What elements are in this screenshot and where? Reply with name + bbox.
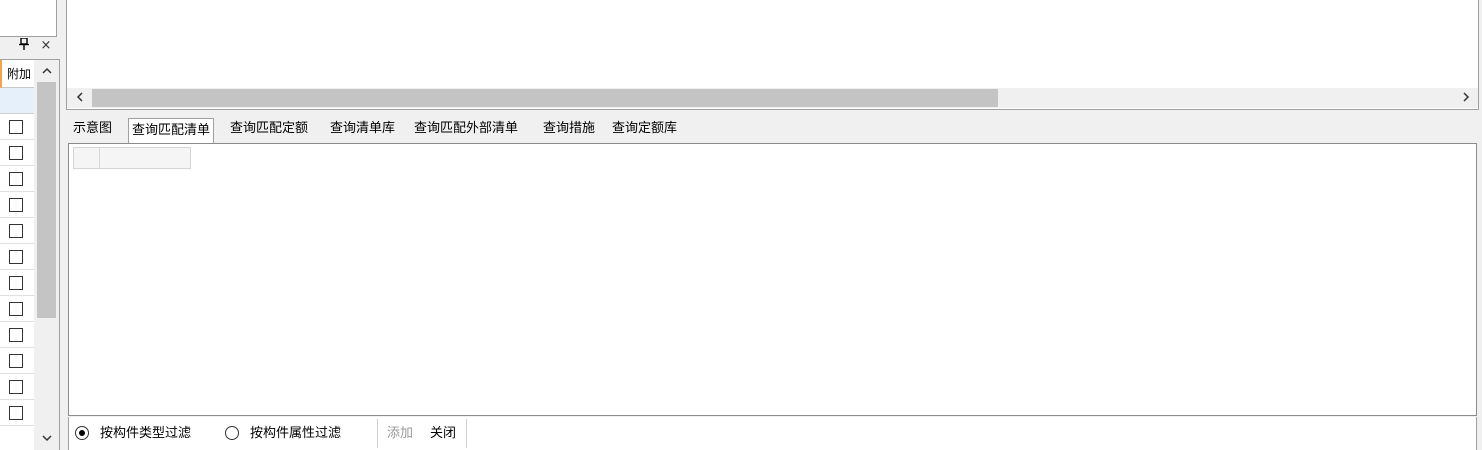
table-row [0,192,34,218]
filter-by-type-radio[interactable] [75,426,89,440]
tab-query-bill-library[interactable]: 查询清单库 [330,117,395,143]
scrollbar-thumb[interactable] [37,82,56,318]
chevron-up-icon[interactable] [34,62,59,80]
tab-query-match-bill[interactable]: 查询匹配清单 [128,118,215,145]
row-checkbox[interactable] [9,380,23,394]
result-grid [68,143,1477,416]
row-checkbox[interactable] [9,406,23,420]
row-checkbox[interactable] [9,328,23,342]
filter-by-type-label[interactable]: 按构件类型过滤 [100,417,191,450]
row-checkbox[interactable] [9,250,23,264]
preview-area [66,0,1479,110]
column-header[interactable]: 附加 [0,60,34,88]
tab-query-quota-library[interactable]: 查询定额库 [612,117,677,143]
row-checkbox[interactable] [9,172,23,186]
grid-column-header[interactable] [99,147,191,169]
row-checkbox[interactable] [9,146,23,160]
chevron-right-icon[interactable] [1458,88,1474,108]
tab-query-measures[interactable]: 查询措施 [543,117,595,143]
table-row [0,348,34,374]
divider [466,419,467,448]
filter-by-attr-label[interactable]: 按构件属性过滤 [250,417,341,450]
table-row [0,244,34,270]
row-checkbox[interactable] [9,354,23,368]
table-row [0,296,34,322]
pin-icon[interactable] [17,37,31,54]
table-row [0,400,34,426]
tab-query-match-external-bill[interactable]: 查询匹配外部清单 [414,117,518,143]
add-button[interactable]: 添加 [387,417,413,450]
table-row [0,114,34,140]
table-row [0,322,34,348]
grid-corner-cell [73,147,100,169]
row-checkbox[interactable] [9,302,23,316]
close-icon[interactable]: × [39,38,53,54]
row-checkbox[interactable] [9,276,23,290]
table-row [0,374,34,400]
row-checkbox[interactable] [9,120,23,134]
table-row [0,218,34,244]
selected-row[interactable] [0,88,34,114]
row-checkbox[interactable] [9,224,23,238]
horizontal-scrollbar[interactable] [67,88,1478,108]
divider [377,419,378,448]
left-grid: 附加 [0,59,60,450]
filter-bar: 按构件类型过滤 按构件属性过滤 添加 关闭 [68,417,1477,450]
table-row [0,270,34,296]
filter-by-attr-radio[interactable] [225,426,239,440]
left-top-panel [0,0,57,37]
tab-query-match-quota[interactable]: 查询匹配定额 [230,117,308,143]
chevron-left-icon[interactable] [71,88,87,108]
tab-strip: 示意图 查询匹配清单 查询匹配定额 查询清单库 查询匹配外部清单 查询措施 查询… [66,117,1479,145]
table-row [0,166,34,192]
vertical-scrollbar[interactable] [34,60,59,450]
table-row [0,140,34,166]
row-checkbox[interactable] [9,198,23,212]
tab-diagram[interactable]: 示意图 [73,117,112,143]
scrollbar-thumb[interactable] [92,89,998,107]
close-button[interactable]: 关闭 [430,417,456,450]
chevron-down-icon[interactable] [34,430,59,448]
